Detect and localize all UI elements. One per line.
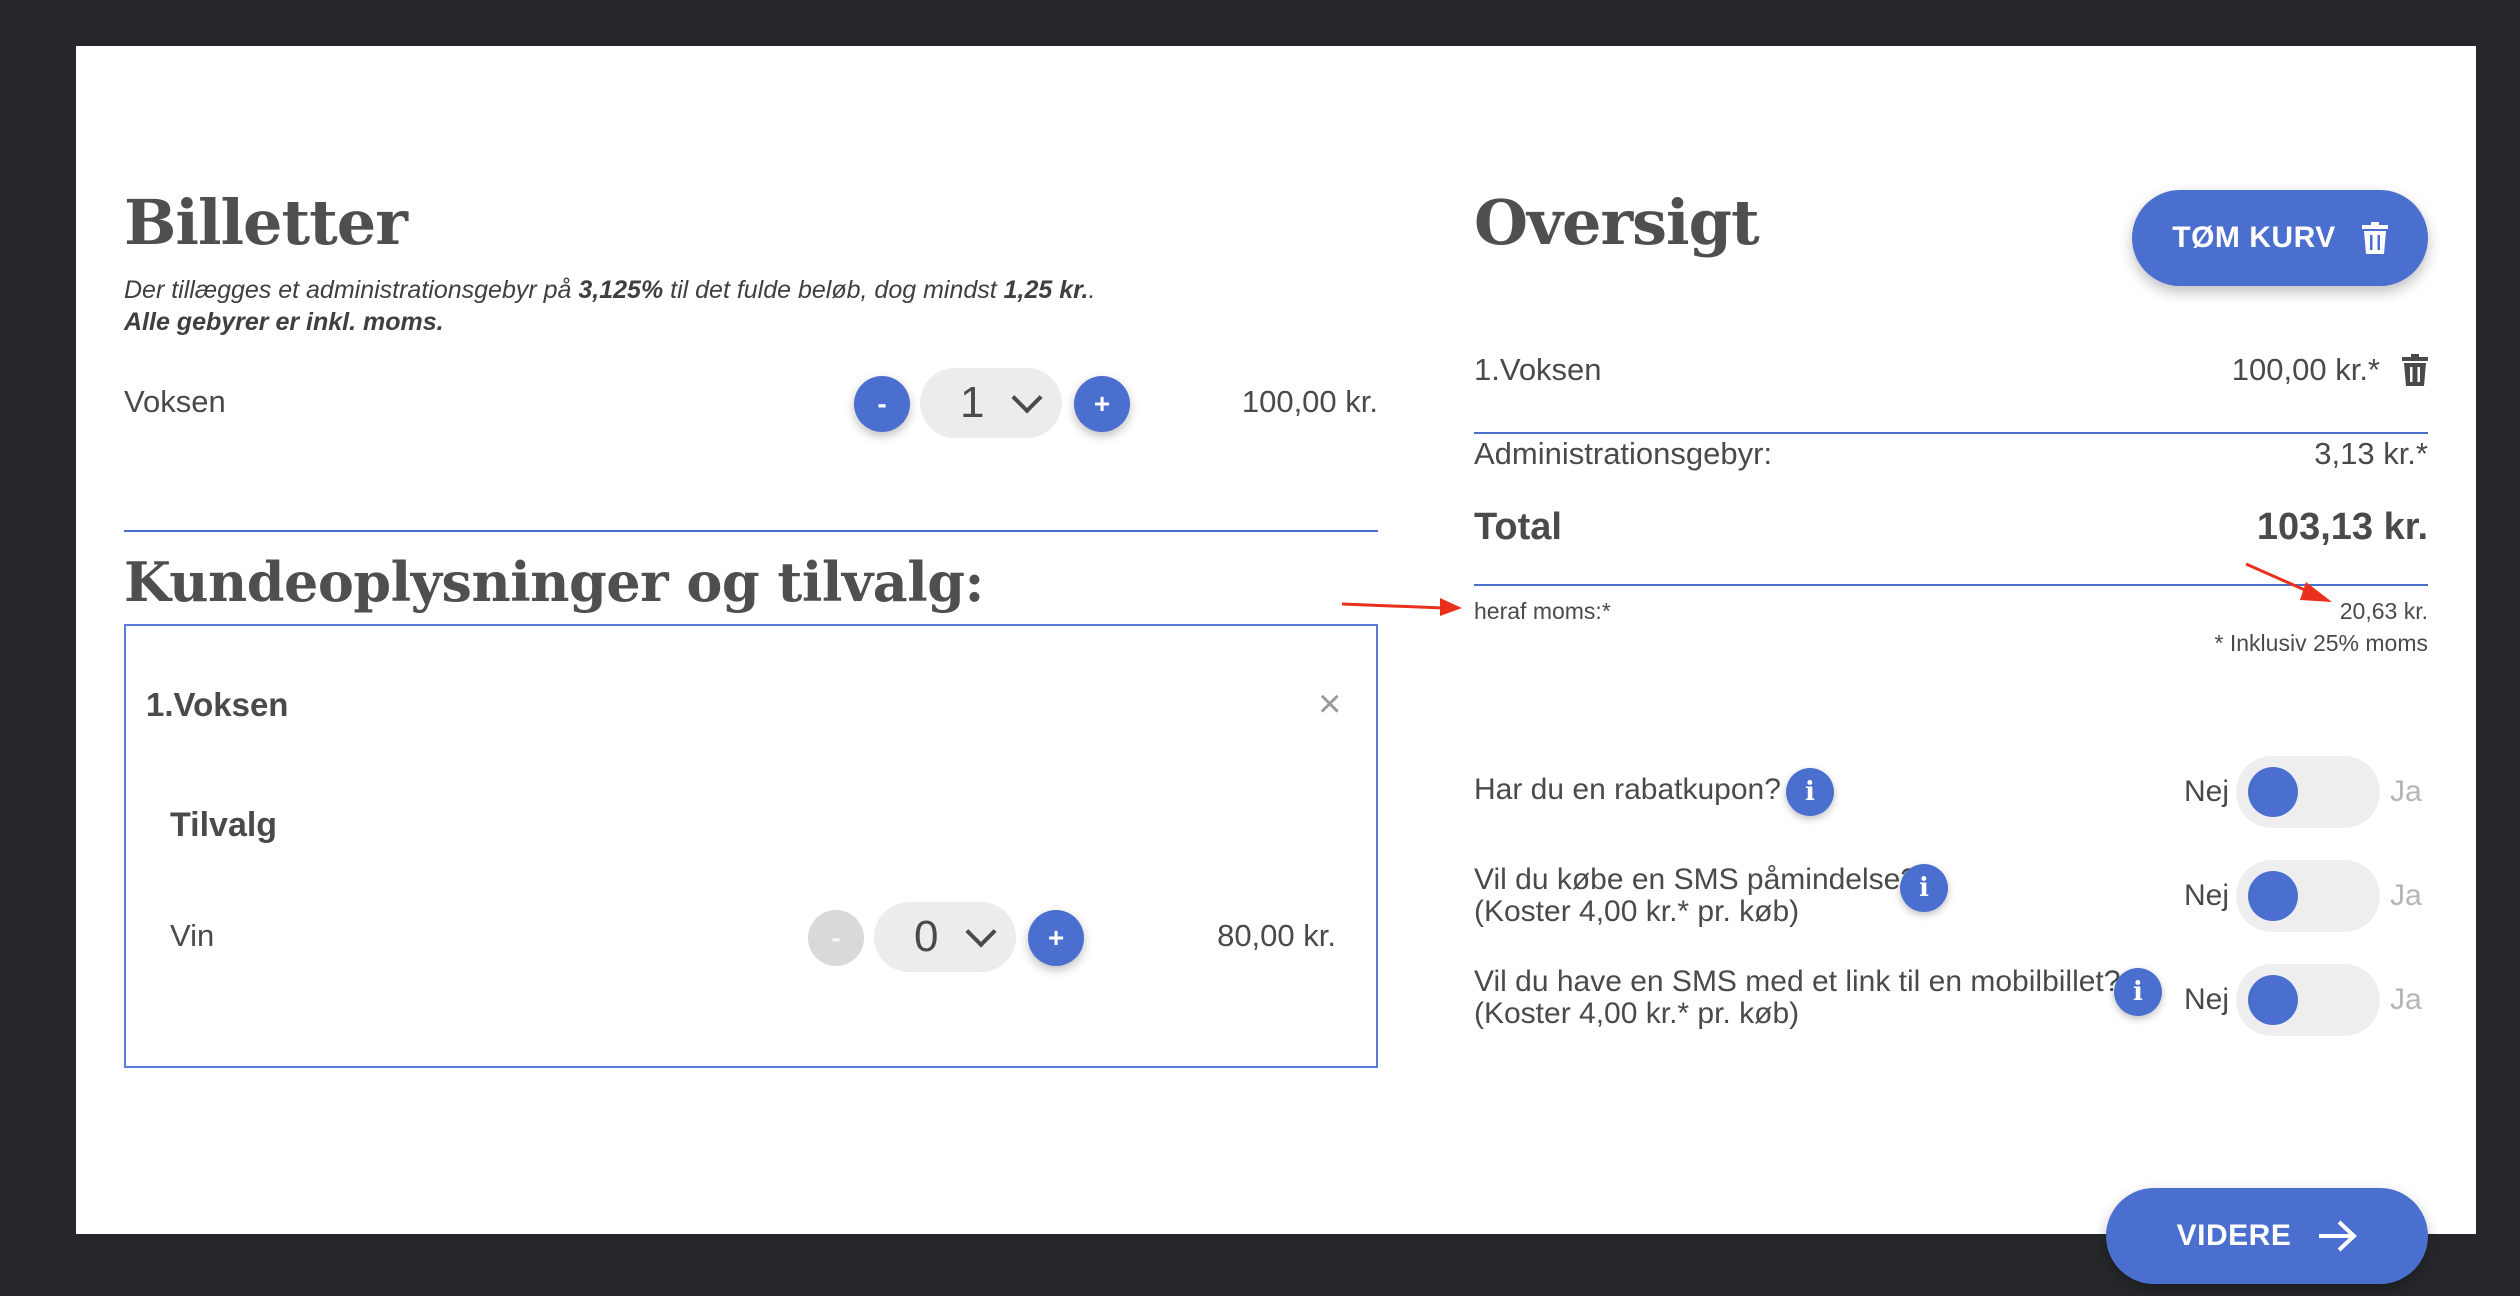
tickets-heading: Billetter (124, 186, 408, 259)
addon-increase-button[interactable]: + (1028, 910, 1084, 966)
overview-line-item-label: 1.Voksen (1474, 352, 1602, 387)
addon-decrease-button[interactable]: - (808, 910, 864, 966)
trash-icon (2361, 222, 2388, 254)
fee-note: Der tillægges et administrationsgebyr på… (124, 274, 1095, 338)
info-icon[interactable]: i (1786, 768, 1834, 816)
vat-note: * Inklusiv 25% moms (2214, 630, 2428, 656)
option-discount-question: Har du en rabatkupon? (1474, 774, 1781, 806)
option-discount-toggle[interactable] (2236, 756, 2380, 828)
option-discount-text: Har du en rabatkupon? (1474, 773, 1781, 806)
option-sms-ticket-no: Nej (2184, 983, 2230, 1016)
clear-cart-button[interactable]: TØM KURV (2132, 190, 2428, 286)
option-sms-ticket-text: Vil du have en SMS med et link til en mo… (1474, 965, 2121, 998)
fees-incl-vat-note: Alle gebyrer er inkl. moms. (124, 308, 444, 336)
chevron-down-icon (965, 916, 997, 948)
option-discount-no: Nej (2184, 775, 2230, 808)
next-button[interactable]: VIDERE (2106, 1188, 2428, 1284)
ticket-type-label: Voksen (124, 384, 226, 419)
fee-rate: 3,125% (578, 276, 664, 304)
next-button-label: VIDERE (2176, 1219, 2292, 1252)
option-sms-reminder-yes: Ja (2390, 879, 2422, 912)
addon-quantity-value: 0 (914, 912, 939, 961)
info-icon[interactable]: i (1900, 864, 1948, 912)
addon-quantity-select[interactable]: 0 (874, 902, 1016, 972)
annotation-arrow (2245, 562, 2332, 602)
option-sms-ticket-question: Vil du have en SMS med et link til en mo… (1474, 966, 2120, 1030)
toggle-knob (2248, 871, 2298, 921)
fee-minimum: 1,25 kr. (1003, 276, 1089, 304)
ticket-quantity-value: 1 (960, 378, 985, 427)
fee-note-text: Der tillægges et administrationsgebyr på (124, 276, 579, 304)
divider (1474, 432, 2428, 434)
vat-label: heraf moms:* (1474, 598, 1611, 624)
option-sms-reminder-text: Vil du købe en SMS påmindelse? (1474, 863, 1918, 896)
arrow-right-icon (2319, 1220, 2358, 1252)
option-sms-ticket-price: (Koster 4,00 kr.* pr. køb) (1474, 997, 1800, 1030)
total-value: 103,13 kr. (2256, 506, 2428, 548)
fee-note-text-2: til det fulde beløb, dog mindst (663, 276, 1004, 304)
option-sms-ticket-yes: Ja (2390, 983, 2422, 1016)
overview-line-item-price: 100,00 kr.* (2231, 352, 2380, 387)
toggle-knob (2248, 767, 2298, 817)
option-discount-yes: Ja (2390, 775, 2422, 808)
customer-info-heading: Kundeoplysninger og tilvalg: (124, 550, 984, 614)
addon-price: 80,00 kr. (1217, 918, 1336, 953)
toggle-knob (2248, 975, 2298, 1025)
overview-heading: Oversigt (1474, 186, 1760, 259)
option-sms-reminder-no: Nej (2184, 879, 2230, 912)
admin-fee-label: Administrationsgebyr: (1474, 436, 1773, 471)
ticket-price: 100,00 kr. (1241, 384, 1378, 419)
trash-icon[interactable] (2402, 354, 2428, 386)
ticket-decrease-button[interactable]: - (854, 376, 910, 432)
option-sms-ticket-toggle[interactable] (2236, 964, 2380, 1036)
annotation-arrow (1341, 598, 1462, 616)
option-sms-reminder-toggle[interactable] (2236, 860, 2380, 932)
option-sms-reminder-price: (Koster 4,00 kr.* pr. køb) (1474, 895, 1800, 928)
admin-fee-value: 3,13 kr.* (2314, 436, 2428, 471)
addon-label: Vin (170, 918, 215, 953)
option-sms-reminder-question: Vil du købe en SMS påmindelse? (Koster 4… (1474, 864, 1917, 928)
addons-heading: Tilvalg (170, 806, 278, 844)
total-label: Total (1474, 506, 1562, 548)
info-icon[interactable]: i (2114, 968, 2162, 1016)
ticket-quantity-select[interactable]: 1 (920, 368, 1062, 438)
clear-cart-label: TØM KURV (2172, 221, 2336, 254)
fee-note-period: . (1088, 276, 1096, 304)
close-icon[interactable]: × (1318, 682, 1341, 727)
customer-card-title: 1.Voksen (146, 686, 289, 723)
divider (124, 530, 1378, 532)
customer-card: 1.Voksen × Tilvalg Vin - 0 + 80,00 kr. (124, 624, 1378, 1068)
chevron-down-icon (1011, 382, 1043, 414)
ticket-increase-button[interactable]: + (1074, 376, 1130, 432)
